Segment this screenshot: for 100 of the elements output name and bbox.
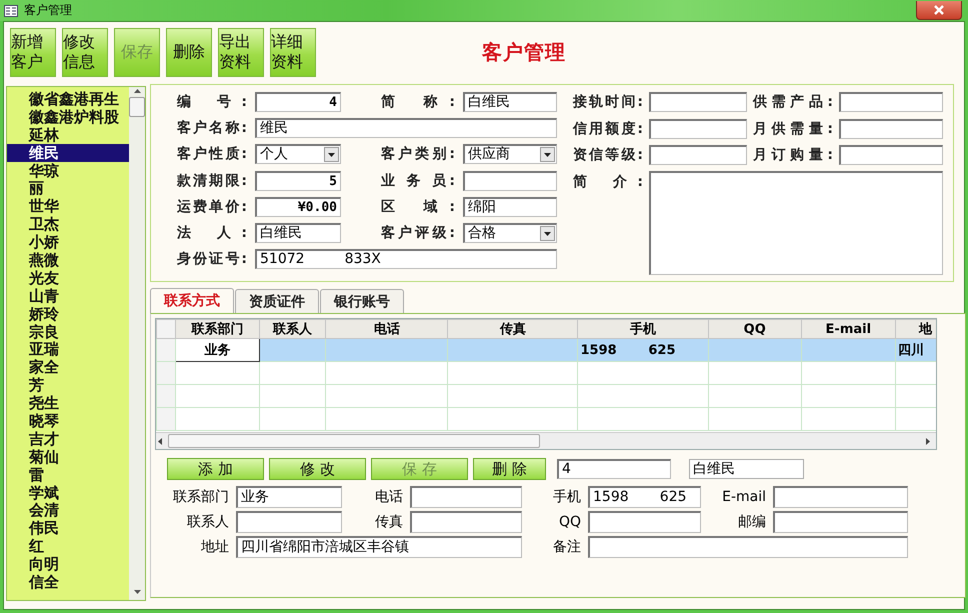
input-field[interactable] — [649, 92, 747, 112]
customer-list-item[interactable]: 延林 — [7, 126, 129, 144]
column-header[interactable]: 传真 — [448, 320, 578, 338]
input-field[interactable] — [410, 510, 522, 532]
contact-button[interactable]: 添 加 — [167, 458, 264, 480]
customer-list-item[interactable]: 徽鑫港炉料股 — [7, 108, 129, 126]
customer-list-item[interactable]: 宗良 — [7, 322, 129, 340]
tab[interactable]: 联系方式 — [150, 288, 234, 313]
input-field[interactable]: ¥0.00 — [255, 196, 341, 217]
field-label: 接轨时间: — [573, 93, 643, 112]
column-header[interactable]: 手机 — [578, 320, 708, 338]
scroll-thumb[interactable] — [129, 97, 145, 117]
column-header[interactable]: 联系人 — [260, 320, 326, 338]
scrollbar[interactable] — [129, 87, 145, 600]
scroll-right-icon[interactable] — [924, 436, 932, 446]
customer-list-item[interactable]: 华琼 — [7, 162, 129, 180]
customer-list-item[interactable]: 家全 — [7, 358, 129, 376]
input-field[interactable] — [588, 510, 701, 532]
table-cell[interactable]: 1598 625 — [578, 338, 708, 362]
scroll-up-icon[interactable] — [132, 87, 142, 95]
toolbar-button[interactable]: 新增客户 — [10, 28, 56, 76]
customer-list-item[interactable]: 光友 — [7, 268, 129, 287]
input-field[interactable] — [839, 92, 943, 112]
input-field[interactable] — [463, 170, 557, 191]
horizontal-scrollbar[interactable] — [156, 432, 936, 449]
memo-field[interactable] — [649, 170, 943, 274]
toolbar-button[interactable]: 删除 — [166, 28, 212, 76]
input-field[interactable] — [588, 536, 908, 558]
column-header[interactable]: E-mail — [801, 320, 896, 338]
contact-button[interactable]: 删 除 — [473, 458, 546, 480]
field-label: 款清期限: — [177, 172, 247, 190]
input-field[interactable]: 四川省绵阳市涪城区丰谷镇 — [236, 536, 522, 558]
input-field[interactable]: 白维民 — [689, 459, 804, 479]
column-header[interactable]: 联系部门 — [176, 320, 260, 338]
customer-list-item[interactable]: 亚瑞 — [7, 340, 129, 358]
customer-list-item[interactable]: 会清 — [7, 501, 129, 520]
customer-list-item[interactable]: 信全 — [7, 573, 129, 591]
customer-list-item[interactable]: 学斌 — [7, 484, 129, 502]
input-field[interactable]: 绵阳 — [463, 196, 557, 217]
input-field[interactable] — [410, 486, 522, 508]
input-field[interactable] — [773, 510, 908, 532]
customer-list-item[interactable]: 山青 — [7, 286, 129, 305]
customer-list-item[interactable]: 丽 — [7, 179, 129, 198]
field-label: 供需产品: — [753, 93, 833, 112]
input-field[interactable]: 业务 — [236, 486, 342, 508]
customer-list-item[interactable]: 晓琴 — [7, 412, 129, 430]
toolbar-button[interactable]: 导出资料 — [218, 28, 264, 76]
input-field[interactable] — [839, 145, 943, 166]
input-field[interactable]: 5 — [255, 170, 341, 191]
customer-list-item[interactable]: 吉才 — [7, 430, 129, 448]
field-label: 区 域: — [381, 198, 455, 216]
toolbar-button[interactable]: 详细资料 — [270, 28, 316, 76]
table-cell[interactable]: 四川 — [895, 338, 936, 362]
customer-list-item[interactable]: 燕微 — [7, 251, 129, 269]
customer-list-item[interactable]: 娇玲 — [7, 304, 129, 323]
customer-list-item[interactable]: 徽省鑫港再生 — [7, 90, 129, 108]
customer-list-item[interactable]: 卫杰 — [7, 215, 129, 234]
dropdown-field[interactable]: 个人 — [255, 144, 341, 164]
input-field[interactable]: 4 — [557, 459, 671, 479]
customer-list-item[interactable]: 红 — [7, 537, 129, 556]
dropdown-arrow-icon[interactable] — [544, 152, 551, 157]
scroll-thumb[interactable] — [168, 434, 540, 448]
column-header[interactable]: 电话 — [326, 320, 448, 338]
dropdown-field[interactable]: 合格 — [463, 223, 557, 244]
input-field[interactable]: 白维民 — [255, 223, 341, 244]
table-cell[interactable]: 业务 — [176, 338, 260, 362]
input-field[interactable]: 1598 625 — [588, 486, 701, 508]
customer-list-item[interactable]: 向明 — [7, 555, 129, 574]
input-field[interactable]: 白维民 — [463, 92, 557, 112]
input-field[interactable] — [773, 486, 908, 508]
input-field[interactable] — [649, 145, 747, 166]
column-header[interactable]: 地 — [895, 320, 936, 338]
input-field[interactable] — [839, 118, 943, 139]
toolbar-button[interactable]: 修改信息 — [62, 28, 108, 76]
input-field[interactable]: 维民 — [255, 118, 557, 138]
input-field[interactable]: 4 — [255, 92, 341, 112]
customer-list-item[interactable]: 雷 — [7, 466, 129, 484]
dropdown-arrow-icon[interactable] — [544, 232, 551, 236]
contact-button[interactable]: 修 改 — [269, 458, 366, 480]
customer-list-item[interactable]: 小娇 — [7, 233, 129, 252]
dropdown-field[interactable]: 供应商 — [463, 144, 557, 164]
tab[interactable]: 银行账号 — [320, 289, 404, 313]
field-label: 联系部门 — [172, 488, 229, 506]
customer-list-item[interactable]: 芳 — [7, 376, 129, 394]
column-header[interactable]: QQ — [708, 320, 802, 338]
close-button[interactable] — [916, 1, 962, 20]
customer-list-item[interactable]: 菊仙 — [7, 448, 129, 466]
input-field[interactable]: 51072 833X — [255, 249, 557, 270]
scroll-down-icon[interactable] — [132, 588, 142, 596]
tab[interactable]: 资质证件 — [235, 289, 319, 313]
dropdown-arrow-icon[interactable] — [328, 152, 335, 157]
field-label: 地址 — [200, 538, 229, 556]
input-field[interactable] — [649, 118, 747, 139]
customer-list-item[interactable]: 维民 — [7, 144, 129, 162]
input-field[interactable] — [236, 510, 342, 532]
customer-list-item[interactable]: 伟民 — [7, 519, 129, 538]
customer-list-item[interactable]: 尧生 — [7, 394, 129, 412]
field-label: 电话 — [374, 488, 403, 506]
scroll-left-icon[interactable] — [156, 436, 164, 446]
customer-list-item[interactable]: 世华 — [7, 197, 129, 216]
